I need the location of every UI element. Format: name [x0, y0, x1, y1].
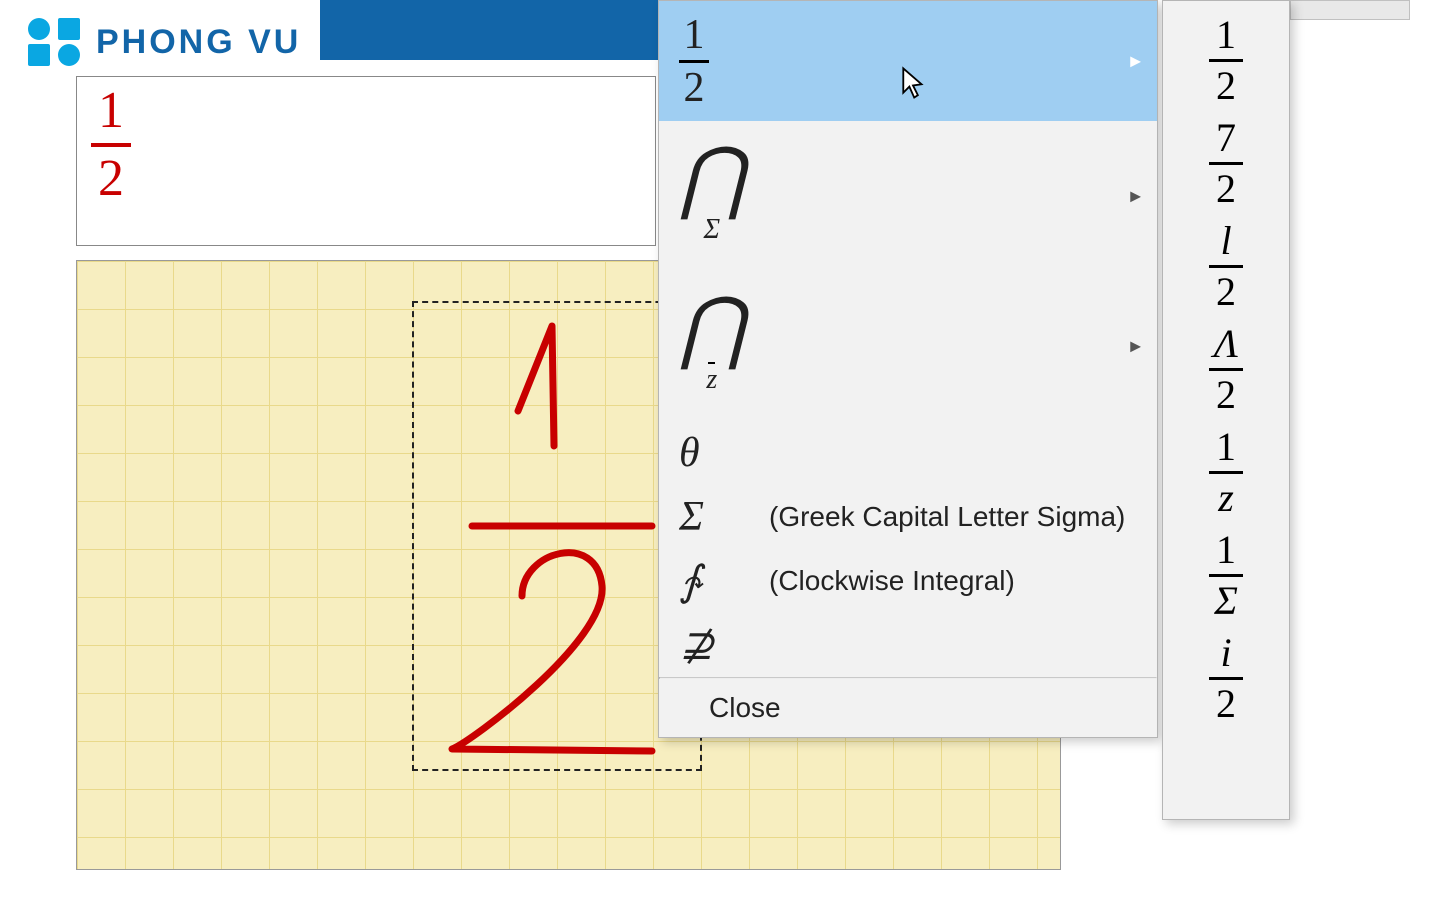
bigcap-icon: ⋂: [679, 146, 745, 210]
recognition-submenu: 1 2 7 2 l 2 Λ 2 1 z 1 Σ i 2: [1162, 0, 1290, 820]
not-superset-symbol: ⊉: [679, 620, 769, 670]
menu-item-label: (Clockwise Integral): [769, 565, 1015, 597]
submenu-arrow-icon: ▶: [1130, 338, 1141, 355]
menu-frac-denominator: 2: [684, 67, 705, 109]
submenu-item-7-2[interactable]: 7 2: [1163, 112, 1289, 215]
menu-item-theta[interactable]: θ: [659, 421, 1157, 485]
menu-item-not-superset[interactable]: ⊉: [659, 613, 1157, 677]
submenu-arrow-icon: ▶: [1130, 53, 1141, 70]
fraction-numerator: 1: [98, 85, 124, 137]
submenu-item-1-2[interactable]: 1 2: [1163, 9, 1289, 112]
window-tab-fragment: [1290, 0, 1410, 20]
menu-item-intersection-sigma[interactable]: ⋂ Σ ▶: [659, 121, 1157, 271]
fraction-denominator: 2: [98, 153, 124, 205]
menu-item-sigma[interactable]: Σ (Greek Capital Letter Sigma): [659, 485, 1157, 549]
menu-item-clockwise-integral[interactable]: ∱ (Clockwise Integral): [659, 549, 1157, 613]
equation-preview: 1 2: [76, 76, 656, 246]
logo-icon: [28, 18, 84, 66]
menu-close[interactable]: Close: [659, 679, 1157, 737]
submenu-item-i-2[interactable]: i 2: [1163, 627, 1289, 730]
submenu-item-l-2[interactable]: l 2: [1163, 215, 1289, 318]
menu-item-fraction-1-2[interactable]: 1 2 ▶: [659, 1, 1157, 121]
fraction-bar: [91, 143, 131, 147]
menu-item-intersection-zbar[interactable]: ⋂ z ▶: [659, 271, 1157, 421]
menu-close-label: Close: [709, 692, 781, 724]
recognition-menu: 1 2 ▶ ⋂ Σ ▶ ⋂ z ▶ θ Σ (Greek Capit: [658, 0, 1158, 738]
bigop-subscript-zbar: z: [706, 364, 717, 396]
menu-frac-numerator: 1: [684, 14, 705, 56]
preview-fraction: 1 2: [91, 85, 131, 205]
sigma-symbol: Σ: [679, 493, 769, 541]
theta-symbol: θ: [679, 429, 769, 477]
submenu-arrow-icon: ▶: [1130, 188, 1141, 205]
logo-text: PHONG VU: [96, 23, 301, 62]
submenu-item-1-sigma[interactable]: 1 Σ: [1163, 524, 1289, 627]
title-bar-segment: [320, 0, 660, 60]
bigcap-icon: ⋂: [679, 296, 745, 360]
bigop-subscript: Σ: [703, 214, 720, 246]
watermark-logo: PHONG VU: [28, 18, 301, 66]
integral-symbol: ∱: [679, 556, 769, 606]
submenu-item-lambda-2[interactable]: Λ 2: [1163, 318, 1289, 421]
menu-item-label: (Greek Capital Letter Sigma): [769, 501, 1125, 533]
submenu-item-1-z[interactable]: 1 z: [1163, 421, 1289, 524]
